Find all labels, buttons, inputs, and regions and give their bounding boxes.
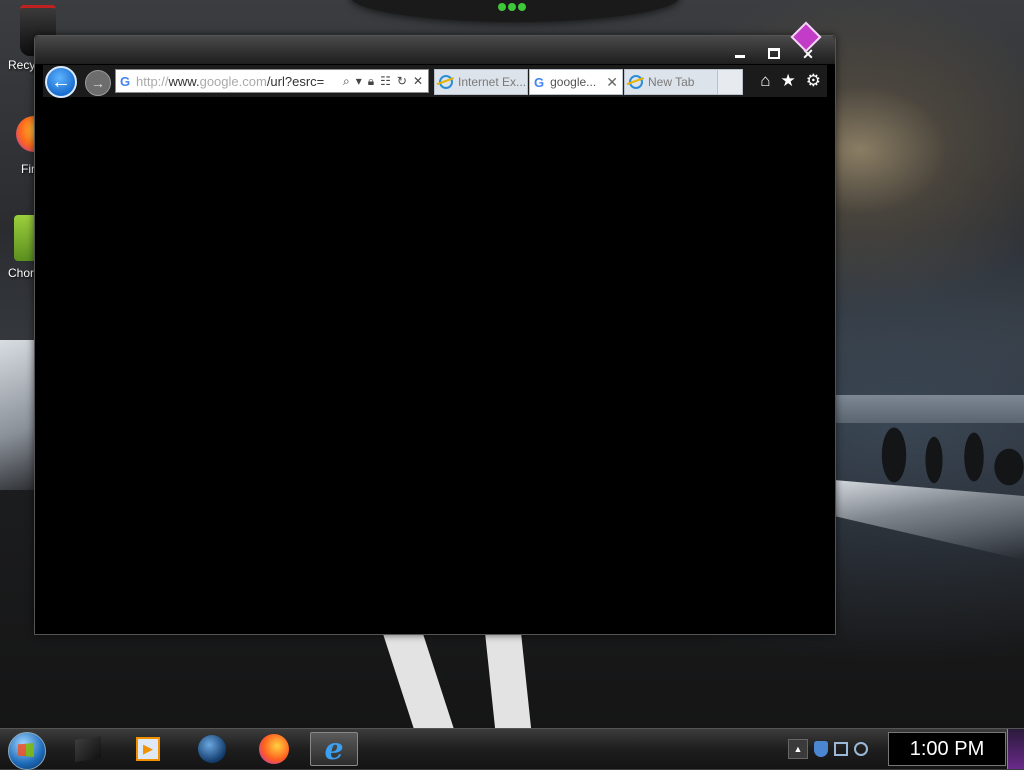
taskbar-globe-app[interactable] [190,732,234,766]
globe-app-icon [198,735,226,763]
arrow-right-icon: → [91,75,105,91]
google-favicon-icon: G [119,73,131,89]
cube-app-icon [75,736,101,762]
lock-icon[interactable]: 🔒︎ [368,74,374,89]
maximize-button[interactable] [757,43,791,61]
desktop-gadget [350,0,680,22]
forward-button[interactable]: → [85,70,111,96]
wallpaper-trees [834,395,1024,495]
compatibility-view-icon[interactable]: ☷ [380,74,391,89]
url-host: google.com [199,73,267,89]
stop-icon[interactable]: ✕ [413,74,423,89]
star-icon[interactable]: ★ [781,71,796,91]
url-path: /url?esrc= [266,73,325,89]
refresh-icon[interactable]: ↻ [397,74,407,89]
tab-label: google... [550,75,597,89]
minimize-icon [735,55,745,58]
taskbar-cube-app[interactable] [66,732,110,766]
dropdown-arrow-icon[interactable]: ▾ [356,74,362,89]
taskbar-firefox[interactable] [252,732,296,766]
network-icon[interactable] [834,742,848,756]
tab-close-icon[interactable]: ✕ [606,74,618,91]
tab-label: New Tab [648,75,695,89]
address-url[interactable]: http://www.google.com/url?esrc= [134,74,343,89]
firefox-icon [259,734,289,764]
taskbar-clock[interactable]: 1:00 PM [888,732,1006,766]
browser-window: ✕ ← → G http://www.google.com/url?esrc= … [34,21,836,635]
desktop-icon-label: Fir [21,162,35,176]
home-icon[interactable]: ⌂ [760,71,770,91]
arrow-left-icon: ← [51,70,71,93]
taskbar-internet-explorer[interactable]: e [310,731,358,767]
wallpaper-road-line [484,630,532,730]
start-button[interactable] [8,732,46,770]
google-icon: G [534,74,545,90]
minimize-button[interactable] [723,43,757,61]
tab-new-tab[interactable]: New Tab [624,69,718,95]
taskbar-media-player[interactable]: ▶ [126,732,170,766]
ie-icon [629,75,643,89]
desktop-icon-label: Chor [8,266,35,280]
page-content-area[interactable] [35,98,835,634]
volume-icon[interactable] [854,742,868,756]
search-icon[interactable]: ⌕ [343,74,350,89]
tab-google[interactable]: G google... ✕ [529,69,623,95]
new-tab-button[interactable] [717,69,743,95]
media-player-icon: ▶ [136,737,160,761]
show-hidden-icons-button[interactable]: ▲ [788,739,808,759]
internet-explorer-icon: e [324,731,344,767]
show-desktop-button[interactable] [1007,729,1024,769]
command-icons: ⌂ ★ ⚙ [760,71,821,91]
back-button[interactable]: ← [45,66,77,98]
tab-internet-explorer[interactable]: Internet Ex... [434,69,528,95]
window-titlebar[interactable]: ✕ [35,21,835,64]
ie-icon [439,75,453,89]
url-prefix: www. [168,73,200,89]
gear-icon[interactable]: ⚙ [806,71,821,91]
url-scheme: http:// [136,73,169,89]
wallpaper-road-line [381,630,455,730]
maximize-icon [768,48,780,59]
taskbar: ▶ e ▲ 1:00 PM [0,728,1024,770]
address-bar[interactable]: G http://www.google.com/url?esrc= ⌕ ▾ 🔒︎… [115,69,429,93]
desktop-icon-label: Recy [8,58,36,72]
navigation-bar: ← → G http://www.google.com/url?esrc= ⌕ … [43,65,827,98]
tab-label: Internet Ex... [458,75,527,89]
system-tray: ▲ [788,731,888,767]
security-shield-icon[interactable] [814,741,828,757]
